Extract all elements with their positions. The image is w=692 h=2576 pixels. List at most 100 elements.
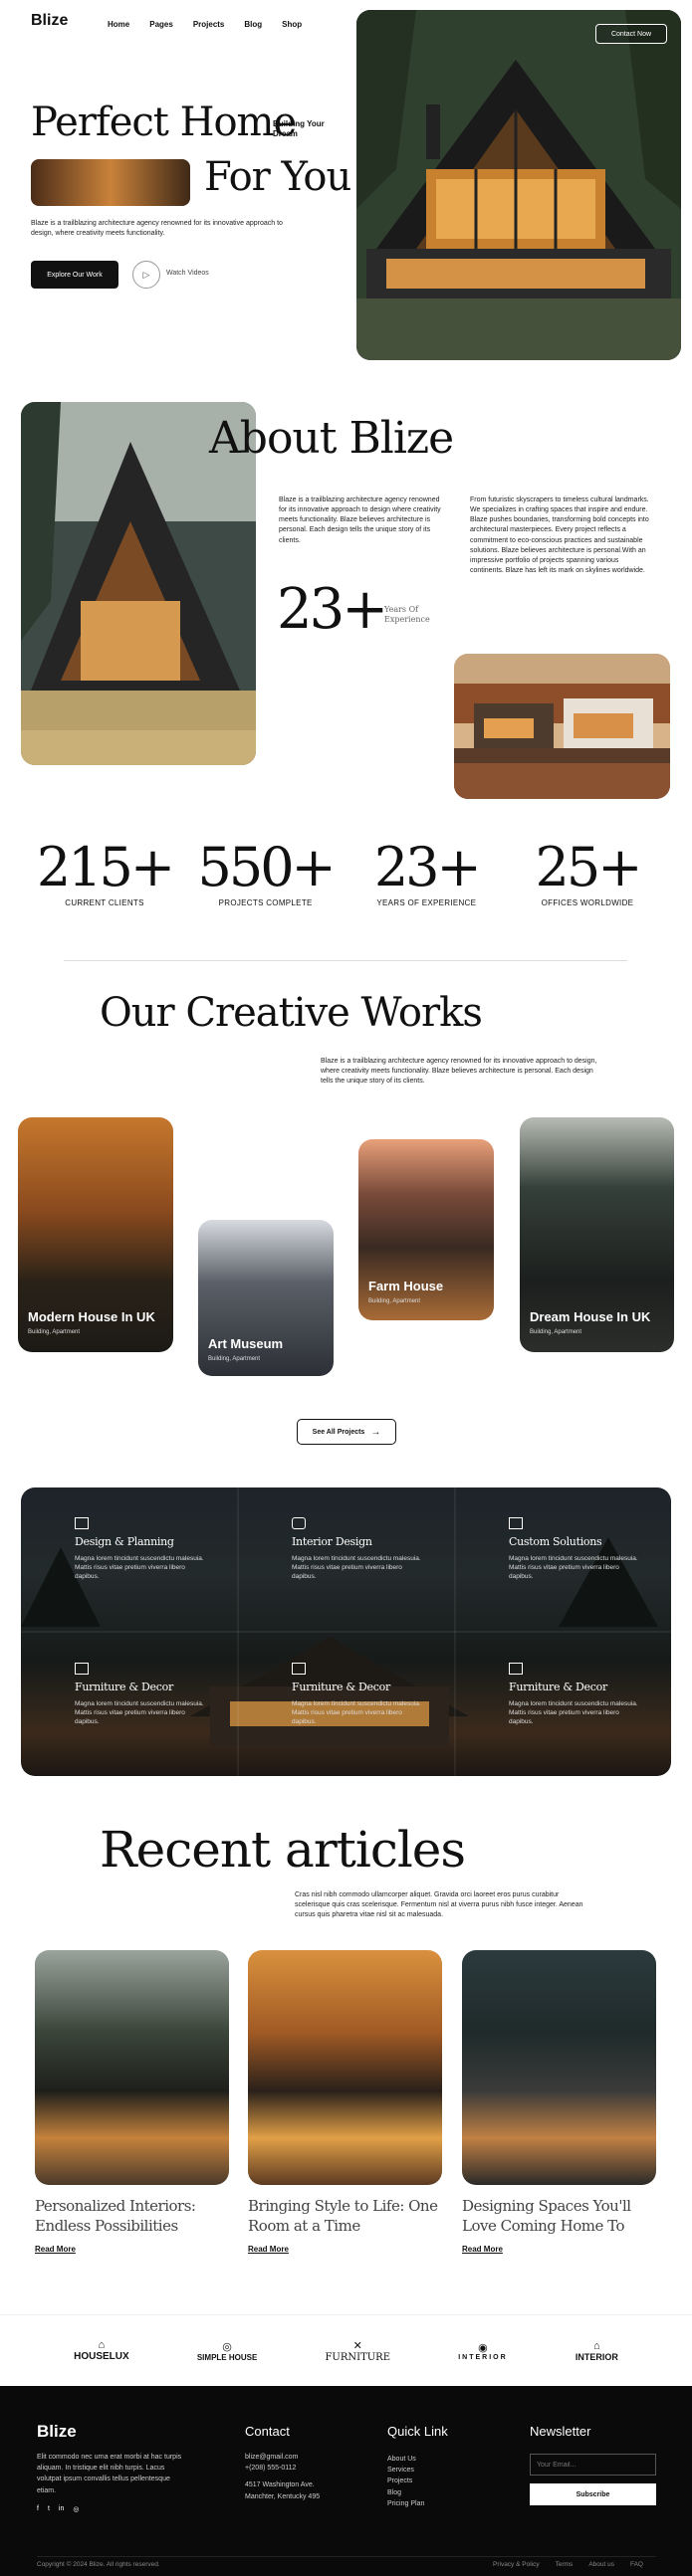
brand-interior-2: ⌂ INTERIOR	[576, 2340, 618, 2362]
footer-link-blog[interactable]: Blog	[387, 2487, 424, 2498]
service-text: Magna lorem tincidunt suscendictu malesu…	[509, 1555, 638, 1581]
work-card-dream-house[interactable]: Dream House In UK Building, Apartment	[520, 1117, 674, 1352]
footer-link-pricing[interactable]: Pricing Plan	[387, 2498, 424, 2509]
footer-address-line1: 4517 Washington Ave.	[245, 2481, 315, 2489]
work-card-title: Farm House	[368, 1279, 444, 1293]
linkedin-icon[interactable]: in	[59, 2505, 64, 2513]
twitter-icon[interactable]: t	[48, 2505, 50, 2513]
footer-contact-heading: Contact	[245, 2424, 290, 2439]
brand-name: FURNITURE	[325, 2351, 391, 2363]
footer-contact-info: blize@gmail.com +(208) 555-0112 4517 Was…	[245, 2452, 320, 2502]
hero-small-image	[31, 159, 190, 206]
play-icon[interactable]: ▷	[132, 261, 160, 289]
service-furniture-decor-1[interactable]: Furniture & Decor Magna lorem tincidunt …	[75, 1663, 204, 1726]
services-panel: Design & Planning Magna lorem tincidunt …	[21, 1487, 671, 1776]
brand-name: INTERIOR	[458, 2353, 508, 2361]
stat-clients: 215+ CURRENT CLIENTS	[30, 836, 179, 907]
see-all-projects-label: See All Projects	[312, 1428, 365, 1436]
footer-quick-links: About Us Services Projects Blog Pricing …	[387, 2454, 424, 2509]
service-design-planning[interactable]: Design & Planning Magna lorem tincidunt …	[75, 1517, 204, 1581]
nav-pages[interactable]: Pages	[149, 20, 173, 29]
articles-title: Recent articles	[100, 1821, 466, 1879]
service-furniture-decor-3[interactable]: Furniture & Decor Magna lorem tincidunt …	[509, 1663, 638, 1726]
service-furniture-decor-2[interactable]: Furniture & Decor Magna lorem tincidunt …	[292, 1663, 421, 1726]
explore-work-button[interactable]: Explore Our Work	[31, 261, 118, 289]
footer-phone[interactable]: +(208) 555-0112	[245, 2463, 320, 2474]
stat-label: PROJECTS COMPLETE	[218, 898, 313, 907]
subscribe-button[interactable]: Subscribe	[530, 2483, 656, 2505]
nav-home[interactable]: Home	[108, 20, 129, 29]
instagram-icon[interactable]: ◎	[73, 2505, 79, 2513]
about-years-number: 23+	[277, 577, 388, 642]
contact-now-button[interactable]: Contact Now	[595, 24, 667, 44]
brands-bar: ⌂ HOUSELUX ◎ SIMPLE HOUSE ✕ FURNITURE ◉ …	[0, 2314, 692, 2386]
footer-email[interactable]: blize@gmail.com	[245, 2452, 320, 2463]
stat-projects: 550+ PROJECTS COMPLETE	[191, 836, 341, 907]
footer-link-about[interactable]: About Us	[387, 2454, 424, 2465]
footer-logo[interactable]: Blize	[37, 2422, 77, 2442]
service-title: Furniture & Decor	[292, 1681, 390, 1693]
article-title-1[interactable]: Personalized Interiors: Endless Possibil…	[35, 2196, 234, 2237]
about-years-label: Years Of Experience	[384, 605, 430, 625]
nav-shop[interactable]: Shop	[282, 20, 302, 29]
faq-link[interactable]: FAQ	[630, 2561, 643, 2568]
about-link[interactable]: About us	[588, 2561, 614, 2568]
logo[interactable]: Blize	[31, 12, 68, 30]
stat-label: OFFICES WORLDWIDE	[541, 898, 634, 907]
service-text: Magna lorem tincidunt suscendictu malesu…	[509, 1700, 638, 1726]
divider	[64, 960, 627, 961]
service-title: Interior Design	[292, 1535, 372, 1548]
service-interior-design[interactable]: Interior Design Magna lorem tincidunt su…	[292, 1517, 421, 1581]
sofa-icon	[292, 1517, 306, 1529]
work-card-modern-house[interactable]: Modern House In UK Building, Apartment	[18, 1117, 173, 1352]
footer-newsletter-heading: Newsletter	[530, 2424, 591, 2439]
work-card-subtitle: Building, Apartment	[368, 1298, 421, 1304]
chevron-logo-icon: ✕	[352, 2339, 362, 2352]
brand-name: INTERIOR	[575, 2351, 618, 2362]
privacy-link[interactable]: Privacy & Policy	[493, 2561, 540, 2568]
circle-logo-icon: ◎	[222, 2340, 232, 2353]
brand-name: SIMPLE HOUSE	[196, 2352, 258, 2362]
work-card-title: Dream House In UK	[530, 1309, 651, 1324]
circle-logo-icon: ◉	[478, 2341, 488, 2354]
service-title: Furniture & Decor	[509, 1681, 607, 1693]
service-text: Magna lorem tincidunt suscendictu malesu…	[292, 1700, 421, 1726]
article-image-3[interactable]	[462, 1950, 656, 2185]
works-description: Blaze is a trailblazing architecture age…	[321, 1058, 597, 1086]
work-card-art-museum[interactable]: Art Museum Building, Apartment	[198, 1220, 334, 1376]
article-title-2[interactable]: Bringing Style to Life: One Room at a Ti…	[248, 2196, 447, 2237]
brand-interior-1: ◉ INTERIOR	[458, 2341, 507, 2361]
article-image-1[interactable]	[35, 1950, 229, 2185]
read-more-link-2[interactable]: Read More	[248, 2245, 289, 2254]
brand-simple-house: ◎ SIMPLE HOUSE	[197, 2340, 257, 2362]
stat-years: 23+ YEARS OF EXPERIENCE	[351, 836, 501, 907]
copyright: Copyright © 2024 Blize. All rights reser…	[37, 2561, 160, 2568]
stat-number: 215+	[36, 836, 175, 898]
blueprint-icon	[75, 1517, 89, 1529]
nav-blog[interactable]: Blog	[244, 20, 262, 29]
hero-title-line1: Perfect Home	[31, 99, 297, 145]
hero-tag: Building Your Dream	[273, 119, 325, 139]
read-more-link-1[interactable]: Read More	[35, 2245, 76, 2254]
footer-link-projects[interactable]: Projects	[387, 2476, 424, 2486]
article-image-2[interactable]	[248, 1950, 442, 2185]
nav-projects[interactable]: Projects	[193, 20, 225, 29]
footer-link-services[interactable]: Services	[387, 2465, 424, 2476]
article-title-3[interactable]: Designing Spaces You'll Love Coming Home…	[462, 2196, 661, 2237]
about-image-lake-house	[454, 654, 670, 799]
service-custom-solutions[interactable]: Custom Solutions Magna lorem tincidunt s…	[509, 1517, 638, 1581]
terms-link[interactable]: Terms	[556, 2561, 574, 2568]
hero-image	[356, 10, 681, 360]
brand-houselux: ⌂ HOUSELUX	[74, 2339, 129, 2362]
footer: Blize Elit commodo nec urna erat morbi a…	[0, 2386, 692, 2576]
stat-label: YEARS OF EXPERIENCE	[376, 898, 477, 907]
service-title: Design & Planning	[75, 1535, 174, 1548]
facebook-icon[interactable]: f	[37, 2505, 39, 2513]
see-all-projects-button[interactable]: See All Projects →	[297, 1419, 396, 1445]
house-icon: ⌂	[98, 2339, 106, 2351]
read-more-link-3[interactable]: Read More	[462, 2245, 503, 2254]
watch-videos-link[interactable]: Watch Videos	[166, 270, 209, 277]
work-card-farm-house[interactable]: Farm House Building, Apartment	[358, 1139, 494, 1320]
about-paragraph-1: Blaze is a trailblazing architecture age…	[279, 496, 441, 544]
newsletter-email-input[interactable]	[530, 2454, 656, 2476]
